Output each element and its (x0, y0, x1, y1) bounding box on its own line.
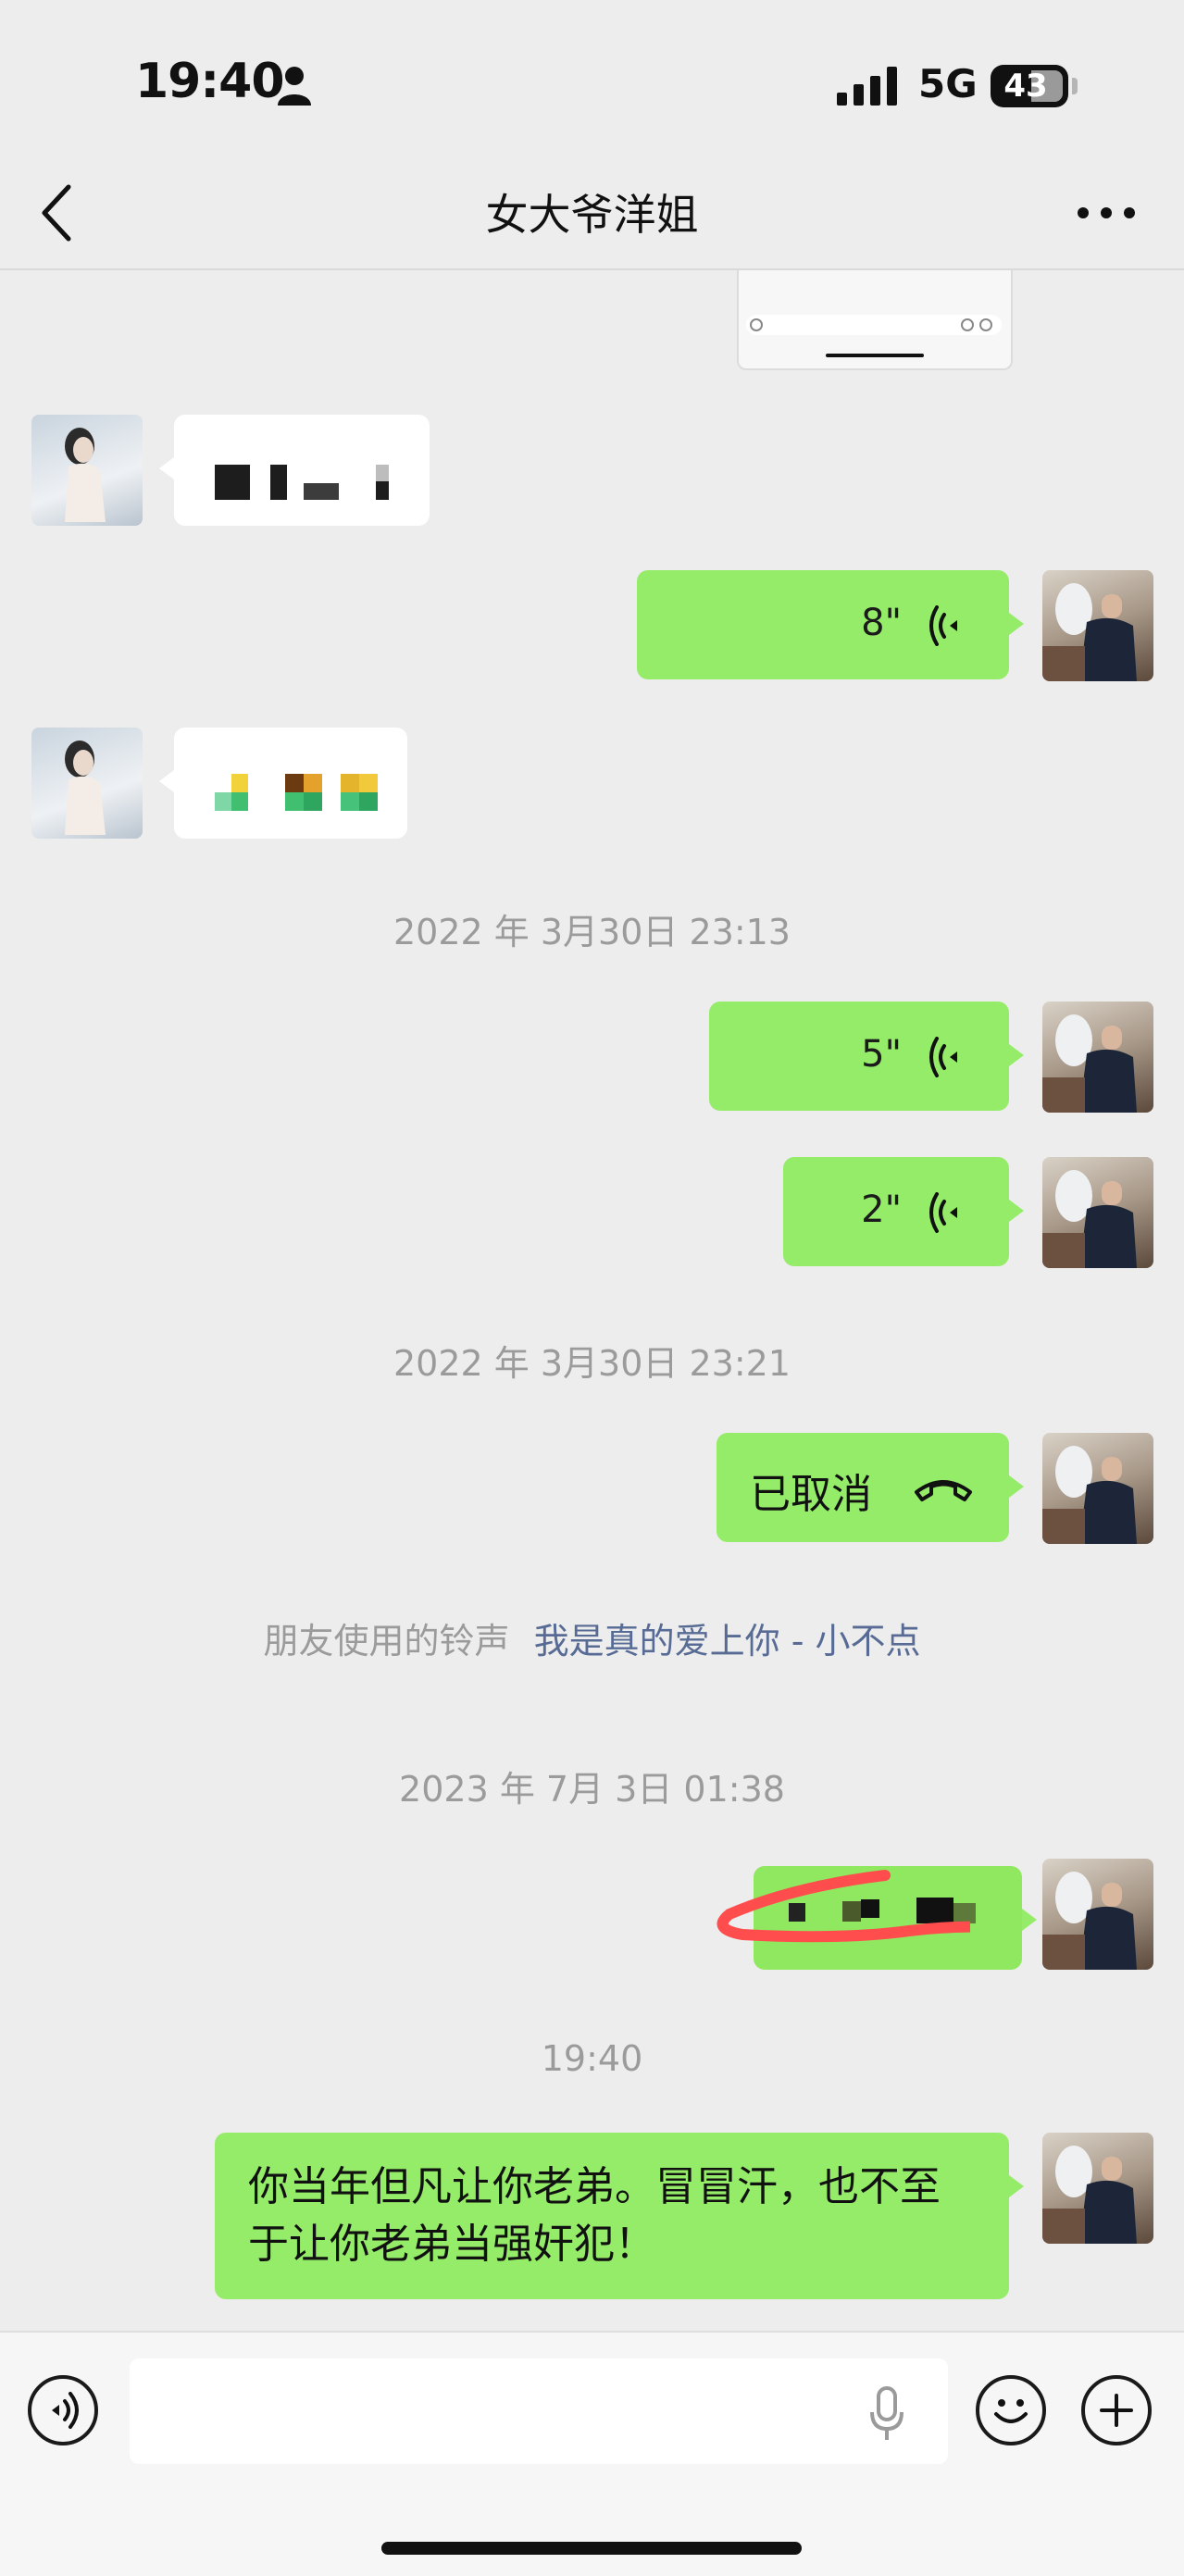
microphone-icon[interactable] (868, 2386, 905, 2442)
voice-duration: 5" (861, 1033, 902, 1076)
status-bar: 19:40 5G 43 (0, 0, 1184, 157)
incoming-message-redacted[interactable] (159, 415, 430, 526)
timestamp: 2022 年 3月30日 23:13 (393, 912, 791, 952)
voice-duration: 8" (861, 602, 902, 644)
voice-duration: 2" (861, 1188, 902, 1231)
smiley-icon (994, 2399, 1028, 2423)
voice-message[interactable]: 5" (709, 1002, 1024, 1111)
hangup-phone-icon (915, 1480, 972, 1501)
chat-header: 女大爷洋姐 (0, 157, 1184, 270)
voice-wave-icon (929, 1037, 957, 1077)
timestamp: 2023 年 7月 3日 01:38 (399, 1769, 785, 1810)
call-message[interactable]: 已取消 (717, 1433, 1024, 1542)
contact-avatar[interactable] (31, 415, 143, 526)
my-avatar[interactable] (1042, 2133, 1153, 2244)
ringtone-prefix: 朋友使用的铃声 (263, 1621, 510, 1661)
call-status: 已取消 (750, 1471, 872, 1518)
signal-bars-icon (837, 67, 897, 106)
timestamp: 2022 年 3月30日 23:21 (393, 1343, 791, 1384)
timestamp: 19:40 (541, 2038, 643, 2079)
chat-title: 女大爷洋姐 (485, 190, 699, 240)
voice-wave-icon (929, 605, 957, 646)
message-text: 你当年但凡让你老弟。冒冒汗，也不至于让你老弟当强奸犯！ (248, 2163, 941, 2268)
person-icon (278, 67, 311, 106)
home-indicator (381, 2542, 802, 2555)
red-scribble-annotation (717, 1870, 970, 1943)
voice-wave-icon (929, 1192, 957, 1233)
ringtone-notice: 朋友使用的铃声 我是真的爱上你 - 小不点 (0, 1612, 1184, 1663)
my-avatar[interactable] (1042, 1002, 1153, 1113)
voice-wave-icon (52, 2392, 79, 2429)
my-avatar[interactable] (1042, 1433, 1153, 1544)
contact-avatar[interactable] (31, 728, 143, 839)
my-avatar[interactable] (1042, 1157, 1153, 1268)
voice-toggle-button[interactable] (28, 2375, 98, 2445)
emoji-button[interactable] (976, 2375, 1046, 2445)
text-message[interactable]: 你当年但凡让你老弟。冒冒汗，也不至于让你老弟当强奸犯！ (215, 2133, 1024, 2299)
voice-message[interactable]: 8" (637, 570, 1024, 679)
ellipsis-icon[interactable] (1074, 194, 1139, 231)
image-message-partial[interactable] (737, 270, 1013, 370)
battery-level: 43 (1003, 68, 1048, 105)
my-avatar[interactable] (1042, 1859, 1153, 1970)
plus-button[interactable] (1081, 2375, 1152, 2445)
battery-tip (1072, 78, 1078, 94)
clock: 19:40 (135, 54, 285, 109)
ringtone-song-link[interactable]: 我是真的爱上你 - 小不点 (534, 1621, 921, 1661)
battery-icon: 43 (991, 65, 1068, 107)
plus-icon (1100, 2394, 1133, 2427)
incoming-message-redacted[interactable] (159, 728, 407, 839)
message-input[interactable] (130, 2358, 948, 2464)
network-type: 5G (918, 61, 978, 106)
input-bar (0, 2331, 1184, 2576)
my-avatar[interactable] (1042, 570, 1153, 681)
voice-message[interactable]: 2" (783, 1157, 1024, 1266)
